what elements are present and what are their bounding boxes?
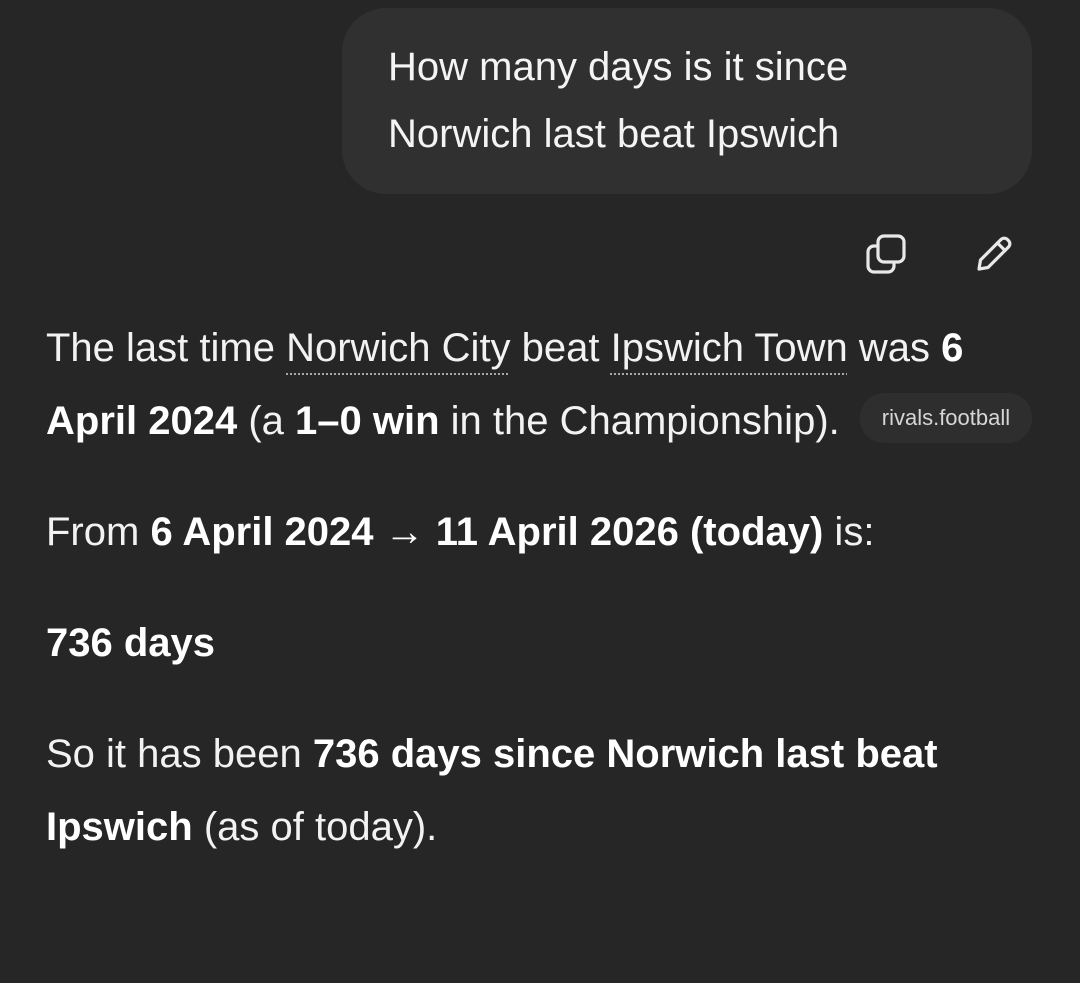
match-score: 1–0 win xyxy=(295,399,440,443)
user-message-line-2: Norwich last beat Ipswich xyxy=(388,112,840,156)
date-range: 6 April 2024 → 11 April 2026 (today) xyxy=(150,510,824,554)
answer-text: is: xyxy=(823,510,875,554)
entity-link-norwich-city[interactable]: Norwich City xyxy=(286,326,510,370)
user-message-bubble: How many days is it since Norwich last b… xyxy=(342,8,1032,194)
pencil-icon xyxy=(977,236,1012,271)
answer-text: beat xyxy=(510,326,611,370)
user-message-line-1: How many days is it since xyxy=(388,45,849,89)
assistant-answer: The last time Norwich City beat Ipswich … xyxy=(46,312,1046,902)
entity-link-ipswich-town[interactable]: Ipswich Town xyxy=(611,326,848,370)
answer-paragraph-1: The last time Norwich City beat Ipswich … xyxy=(46,312,1046,458)
answer-paragraph-4: So it has been 736 days since Norwich la… xyxy=(46,718,1046,864)
answer-text: was xyxy=(847,326,942,370)
edit-button[interactable] xyxy=(968,228,1020,280)
message-actions xyxy=(860,228,1020,280)
answer-text: So it has been xyxy=(46,732,313,776)
answer-text: From xyxy=(46,510,151,554)
copy-button[interactable] xyxy=(860,228,912,280)
answer-days-result: 736 days xyxy=(46,621,216,665)
answer-text: in the Championship). xyxy=(439,399,840,443)
answer-paragraph-2: From 6 April 2024 → 11 April 2026 (today… xyxy=(46,496,1046,569)
source-chip[interactable]: rivals.football xyxy=(859,393,1033,444)
copy-icon xyxy=(866,234,906,274)
answer-text: The last time xyxy=(46,326,287,370)
answer-text: (as of today). xyxy=(192,805,438,849)
answer-text: (a xyxy=(237,399,296,443)
user-message-text: How many days is it since Norwich last b… xyxy=(388,34,992,168)
